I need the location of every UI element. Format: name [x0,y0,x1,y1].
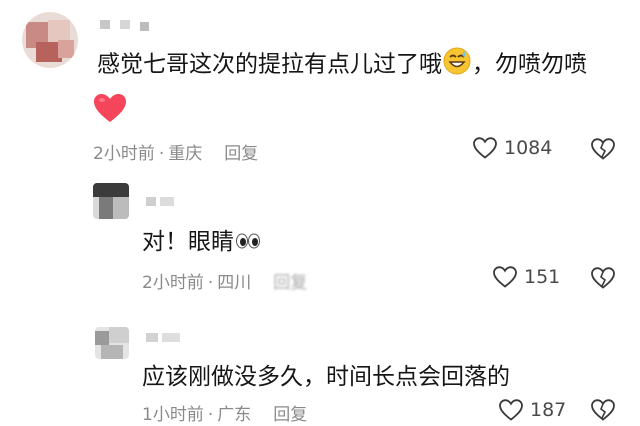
broken-heart-icon [591,399,615,421]
comment-meta: 1小时前 · 广东 回复 [142,400,307,425]
separator-dot: · [158,144,165,164]
comment-text: 对！眼睛 [142,227,262,258]
dislike-button[interactable] [590,398,616,426]
reply-button[interactable]: 回复 [273,405,307,425]
sweat-smile-emoji [442,46,472,84]
comment-location: 四川 [217,273,252,293]
broken-heart-icon [591,267,615,289]
comment-time: 2小时前 [142,273,204,293]
broken-heart-icon [591,138,615,160]
reply-button[interactable]: 回复 [224,144,258,164]
comment-text-tail: ，勿喷勿喷 [472,51,587,78]
like-count: 151 [524,266,561,288]
avatar[interactable] [93,183,129,219]
comment-location: 广东 [217,405,252,425]
comment-meta: 2小时前 · 四川 回复 [142,268,307,293]
comment-location: 重庆 [168,144,203,164]
comment-time: 2小时前 [93,144,155,164]
heart-outline-icon [473,137,497,159]
dislike-button[interactable] [590,137,616,165]
reply-button[interactable]: 回复 [273,273,307,293]
heart-outline-icon [493,266,517,288]
like-button[interactable]: 187 [498,398,566,422]
like-count: 187 [530,399,567,421]
eyes-emoji [234,228,262,258]
like-count: 1084 [504,137,553,159]
comment-text: 感觉七哥这次的提拉有点儿过了哦 ，勿喷勿喷 [97,46,587,84]
dislike-button[interactable] [590,266,616,294]
red-heart-emoji [92,92,128,128]
comment-time: 1小时前 [142,405,204,425]
comment-text: 应该刚做没多久，时间长点会回落的 [142,362,510,392]
separator-dot: · [207,405,214,425]
avatar[interactable] [22,12,78,68]
comment-text-main: 应该刚做没多久，时间长点会回落的 [142,364,510,390]
like-button[interactable]: 151 [492,265,560,289]
heart-outline-icon [499,399,523,421]
comment-text-main: 对！眼睛 [142,229,234,255]
like-button[interactable]: 1084 [472,136,552,160]
avatar[interactable] [95,327,129,359]
comment-meta: 2小时前 · 重庆 回复 [93,139,258,164]
comment-text-main: 感觉七哥这次的提拉有点儿过了哦 [97,51,442,78]
separator-dot: · [207,273,214,293]
